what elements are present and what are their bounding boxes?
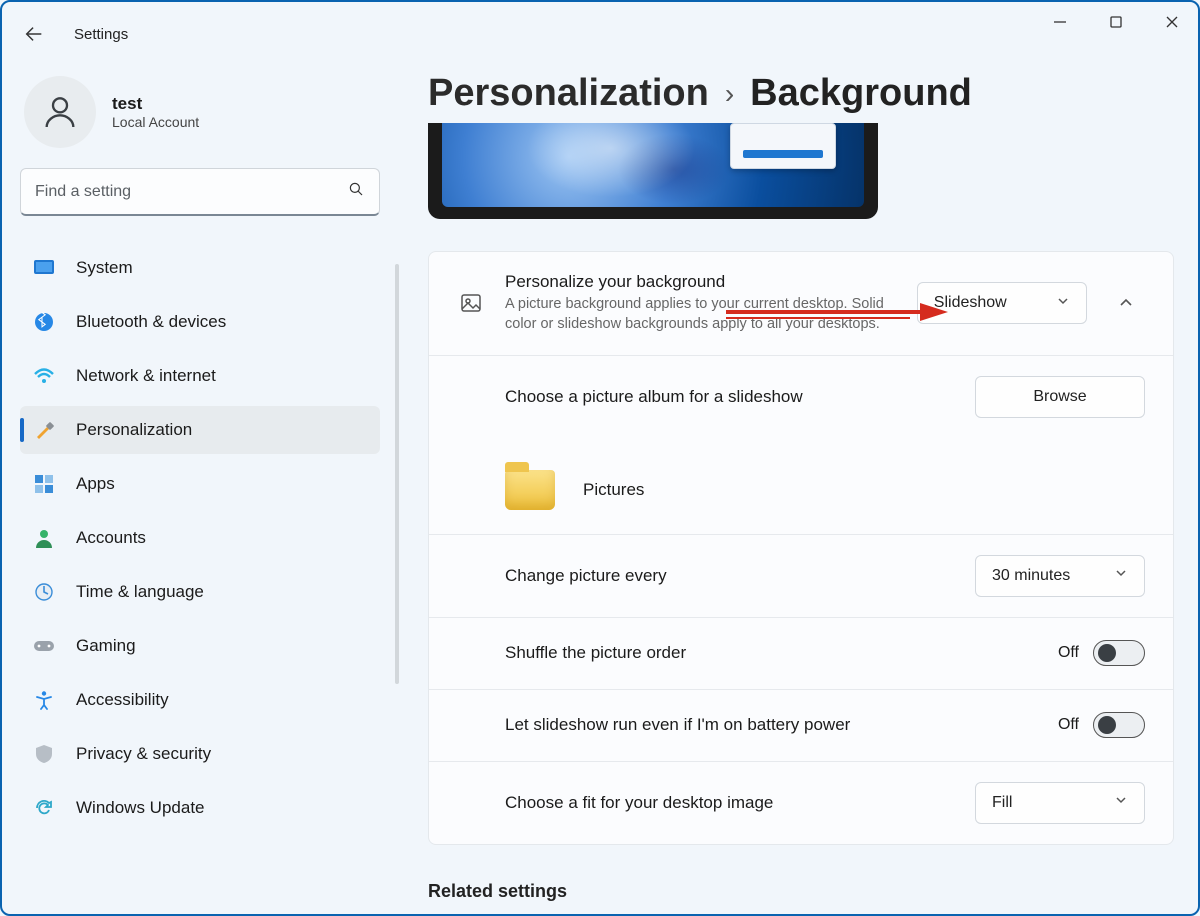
- gamepad-icon: [32, 634, 56, 658]
- sidebar-item-label: Bluetooth & devices: [76, 312, 226, 332]
- row-battery: Let slideshow run even if I'm on battery…: [429, 689, 1173, 761]
- sidebar-item-label: Apps: [76, 474, 115, 494]
- user-name: test: [112, 94, 199, 114]
- maximize-button[interactable]: [1088, 0, 1144, 44]
- fit-dropdown[interactable]: Fill: [975, 782, 1145, 824]
- sidebar-scrollbar[interactable]: [395, 264, 399, 684]
- row-title: Choose a fit for your desktop image: [505, 793, 955, 813]
- person-icon: [32, 526, 56, 550]
- battery-toggle[interactable]: [1093, 712, 1145, 738]
- sidebar-item-apps[interactable]: Apps: [20, 460, 380, 508]
- sidebar-item-label: System: [76, 258, 133, 278]
- window-controls: [1032, 0, 1200, 44]
- apps-icon: [32, 472, 56, 496]
- collapse-section-button[interactable]: [1107, 283, 1145, 323]
- minimize-button[interactable]: [1032, 0, 1088, 44]
- toggle-state-label: Off: [1058, 644, 1079, 662]
- toggle-thumb: [1098, 716, 1116, 734]
- chevron-down-icon: [1114, 566, 1128, 585]
- shuffle-toggle[interactable]: [1093, 640, 1145, 666]
- chevron-down-icon: [1056, 294, 1070, 313]
- row-title: Choose a picture album for a slideshow: [505, 387, 955, 407]
- breadcrumb-current: Background: [750, 72, 972, 115]
- sidebar-item-label: Time & language: [76, 582, 204, 602]
- breadcrumb: Personalization › Background: [428, 72, 1174, 115]
- sidebar-item-label: Windows Update: [76, 798, 205, 818]
- breadcrumb-parent[interactable]: Personalization: [428, 72, 709, 115]
- sidebar-item-personalization[interactable]: Personalization: [20, 406, 380, 454]
- browse-button[interactable]: Browse: [975, 376, 1145, 418]
- bluetooth-icon: [32, 310, 56, 334]
- picture-icon: [457, 289, 485, 317]
- wallpaper-preview: [442, 123, 864, 207]
- row-fit: Choose a fit for your desktop image Fill: [429, 761, 1173, 844]
- sidebar-item-label: Personalization: [76, 420, 192, 440]
- row-choose-album: Choose a picture album for a slideshow B…: [429, 355, 1173, 534]
- dropdown-value: Fill: [992, 794, 1012, 812]
- desktop-preview: [428, 123, 878, 219]
- user-info[interactable]: test Local Account: [20, 72, 380, 168]
- sidebar-item-label: Accessibility: [76, 690, 169, 710]
- app-title: Settings: [74, 26, 128, 43]
- system-icon: [32, 256, 56, 280]
- sidebar-item-network[interactable]: Network & internet: [20, 352, 380, 400]
- row-title: Let slideshow run even if I'm on battery…: [505, 715, 905, 735]
- background-settings-card: Personalize your background A picture ba…: [428, 251, 1174, 845]
- chevron-right-icon: ›: [725, 78, 734, 110]
- wifi-icon: [32, 364, 56, 388]
- update-icon: [32, 796, 56, 820]
- background-type-dropdown[interactable]: Slideshow: [917, 282, 1087, 324]
- search-placeholder: Find a setting: [35, 183, 337, 201]
- sidebar-item-label: Accounts: [76, 528, 146, 548]
- sidebar-item-label: Privacy & security: [76, 744, 211, 764]
- avatar: [24, 76, 96, 148]
- paintbrush-icon: [32, 418, 56, 442]
- sidebar-item-label: Network & internet: [76, 366, 216, 386]
- sidebar-item-gaming[interactable]: Gaming: [20, 622, 380, 670]
- sidebar-item-label: Gaming: [76, 636, 136, 656]
- folder-name: Pictures: [583, 480, 644, 500]
- sidebar: test Local Account Find a setting System…: [20, 72, 380, 838]
- row-shuffle: Shuffle the picture order Off: [429, 617, 1173, 689]
- back-button[interactable]: [16, 16, 52, 52]
- dropdown-value: Slideshow: [934, 294, 1007, 312]
- toggle-thumb: [1098, 644, 1116, 662]
- sidebar-item-windows-update[interactable]: Windows Update: [20, 784, 380, 832]
- shield-icon: [32, 742, 56, 766]
- toggle-state-label: Off: [1058, 716, 1079, 734]
- related-settings-header: Related settings: [428, 881, 1174, 902]
- search-input[interactable]: Find a setting: [20, 168, 380, 216]
- accessibility-icon: [32, 688, 56, 712]
- search-icon: [347, 180, 365, 203]
- chevron-down-icon: [1114, 793, 1128, 812]
- close-button[interactable]: [1144, 0, 1200, 44]
- sidebar-item-time-language[interactable]: Time & language: [20, 568, 380, 616]
- sidebar-item-privacy[interactable]: Privacy & security: [20, 730, 380, 778]
- interval-dropdown[interactable]: 30 minutes: [975, 555, 1145, 597]
- topbar: Settings: [16, 16, 128, 52]
- preview-window-overlay: [730, 123, 836, 169]
- globe-clock-icon: [32, 580, 56, 604]
- row-title: Personalize your background: [505, 272, 897, 292]
- row-title: Change picture every: [505, 566, 955, 586]
- dropdown-value: 30 minutes: [992, 567, 1070, 585]
- user-subtitle: Local Account: [112, 114, 199, 130]
- main-content: Personalization › Background Personalize…: [428, 72, 1174, 916]
- sidebar-item-accounts[interactable]: Accounts: [20, 514, 380, 562]
- browse-label: Browse: [1033, 388, 1086, 406]
- sidebar-item-system[interactable]: System: [20, 244, 380, 292]
- row-description: A picture background applies to your cur…: [505, 294, 897, 335]
- folder-icon[interactable]: [505, 470, 555, 510]
- sidebar-item-bluetooth[interactable]: Bluetooth & devices: [20, 298, 380, 346]
- row-title: Shuffle the picture order: [505, 643, 1038, 663]
- row-personalize-background: Personalize your background A picture ba…: [429, 252, 1173, 355]
- row-change-interval: Change picture every 30 minutes: [429, 534, 1173, 617]
- sidebar-item-accessibility[interactable]: Accessibility: [20, 676, 380, 724]
